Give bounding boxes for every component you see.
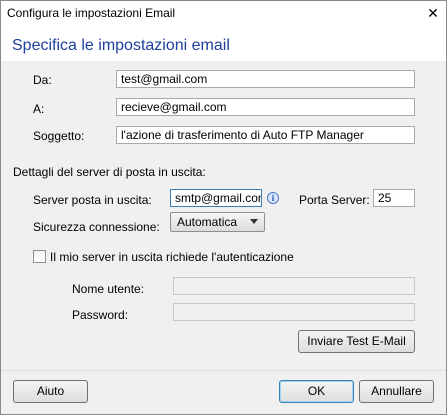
close-icon[interactable]: ✕ [426, 6, 440, 20]
outgoing-server-field[interactable]: smtp@gmail.com [170, 189, 262, 207]
auth-checkbox[interactable] [33, 250, 46, 263]
username-field[interactable] [173, 277, 415, 295]
ok-button[interactable]: OK [279, 380, 354, 403]
password-field[interactable] [173, 303, 415, 321]
security-select-value: Automatica [177, 215, 238, 229]
chevron-down-icon [250, 219, 258, 224]
server-section-label: Dettagli del server di posta in uscita: [13, 165, 206, 179]
subject-label: Soggetto: [33, 129, 85, 143]
password-label: Password: [72, 308, 129, 322]
help-button[interactable]: Aiuto [13, 380, 88, 403]
send-test-email-button[interactable]: Inviare Test E-Mail [298, 330, 415, 353]
cancel-button[interactable]: Annullare [359, 380, 434, 403]
window-title: Configura le impostazioni Email [7, 6, 176, 20]
security-select[interactable]: Automatica [170, 212, 265, 232]
to-field[interactable]: recieve@gmail.com [116, 98, 415, 116]
username-label: Nome utente: [72, 282, 145, 296]
title-bar: Configura le impostazioni Email ✕ [1, 1, 446, 24]
info-icon[interactable]: i [267, 192, 279, 204]
footer-divider [1, 370, 446, 371]
from-label: Da: [33, 73, 52, 87]
outgoing-server-label: Server posta in uscita: [33, 193, 152, 207]
auth-checkbox-label[interactable]: Il mio server in uscita richiede l'auten… [50, 250, 294, 264]
port-label: Porta Server: [299, 193, 370, 207]
to-label: A: [33, 102, 45, 116]
security-label: Sicurezza connessione: [33, 220, 160, 234]
port-field[interactable]: 25 [373, 189, 415, 207]
page-title: Specifica le impostazioni email [12, 37, 230, 54]
from-field[interactable]: test@gmail.com [116, 70, 415, 88]
dialog-header: Specifica le impostazioni email [1, 24, 446, 61]
subject-field[interactable]: l'azione di trasferimento di Auto FTP Ma… [116, 126, 415, 144]
email-settings-dialog: Configura le impostazioni Email ✕ Specif… [0, 0, 447, 415]
